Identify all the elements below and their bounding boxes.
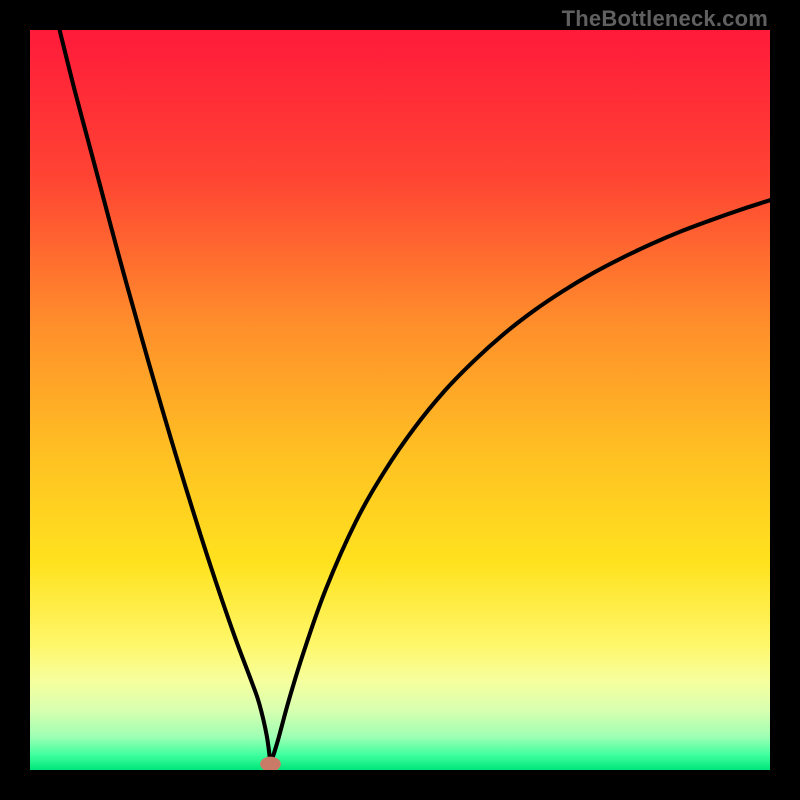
optimal-marker: [260, 757, 281, 770]
curve-right-branch: [271, 200, 771, 764]
plot-area: [30, 30, 770, 770]
watermark-text: TheBottleneck.com: [562, 6, 768, 32]
curve-left-branch: [60, 30, 271, 764]
bottleneck-curve: [30, 30, 770, 770]
chart-frame: TheBottleneck.com: [0, 0, 800, 800]
